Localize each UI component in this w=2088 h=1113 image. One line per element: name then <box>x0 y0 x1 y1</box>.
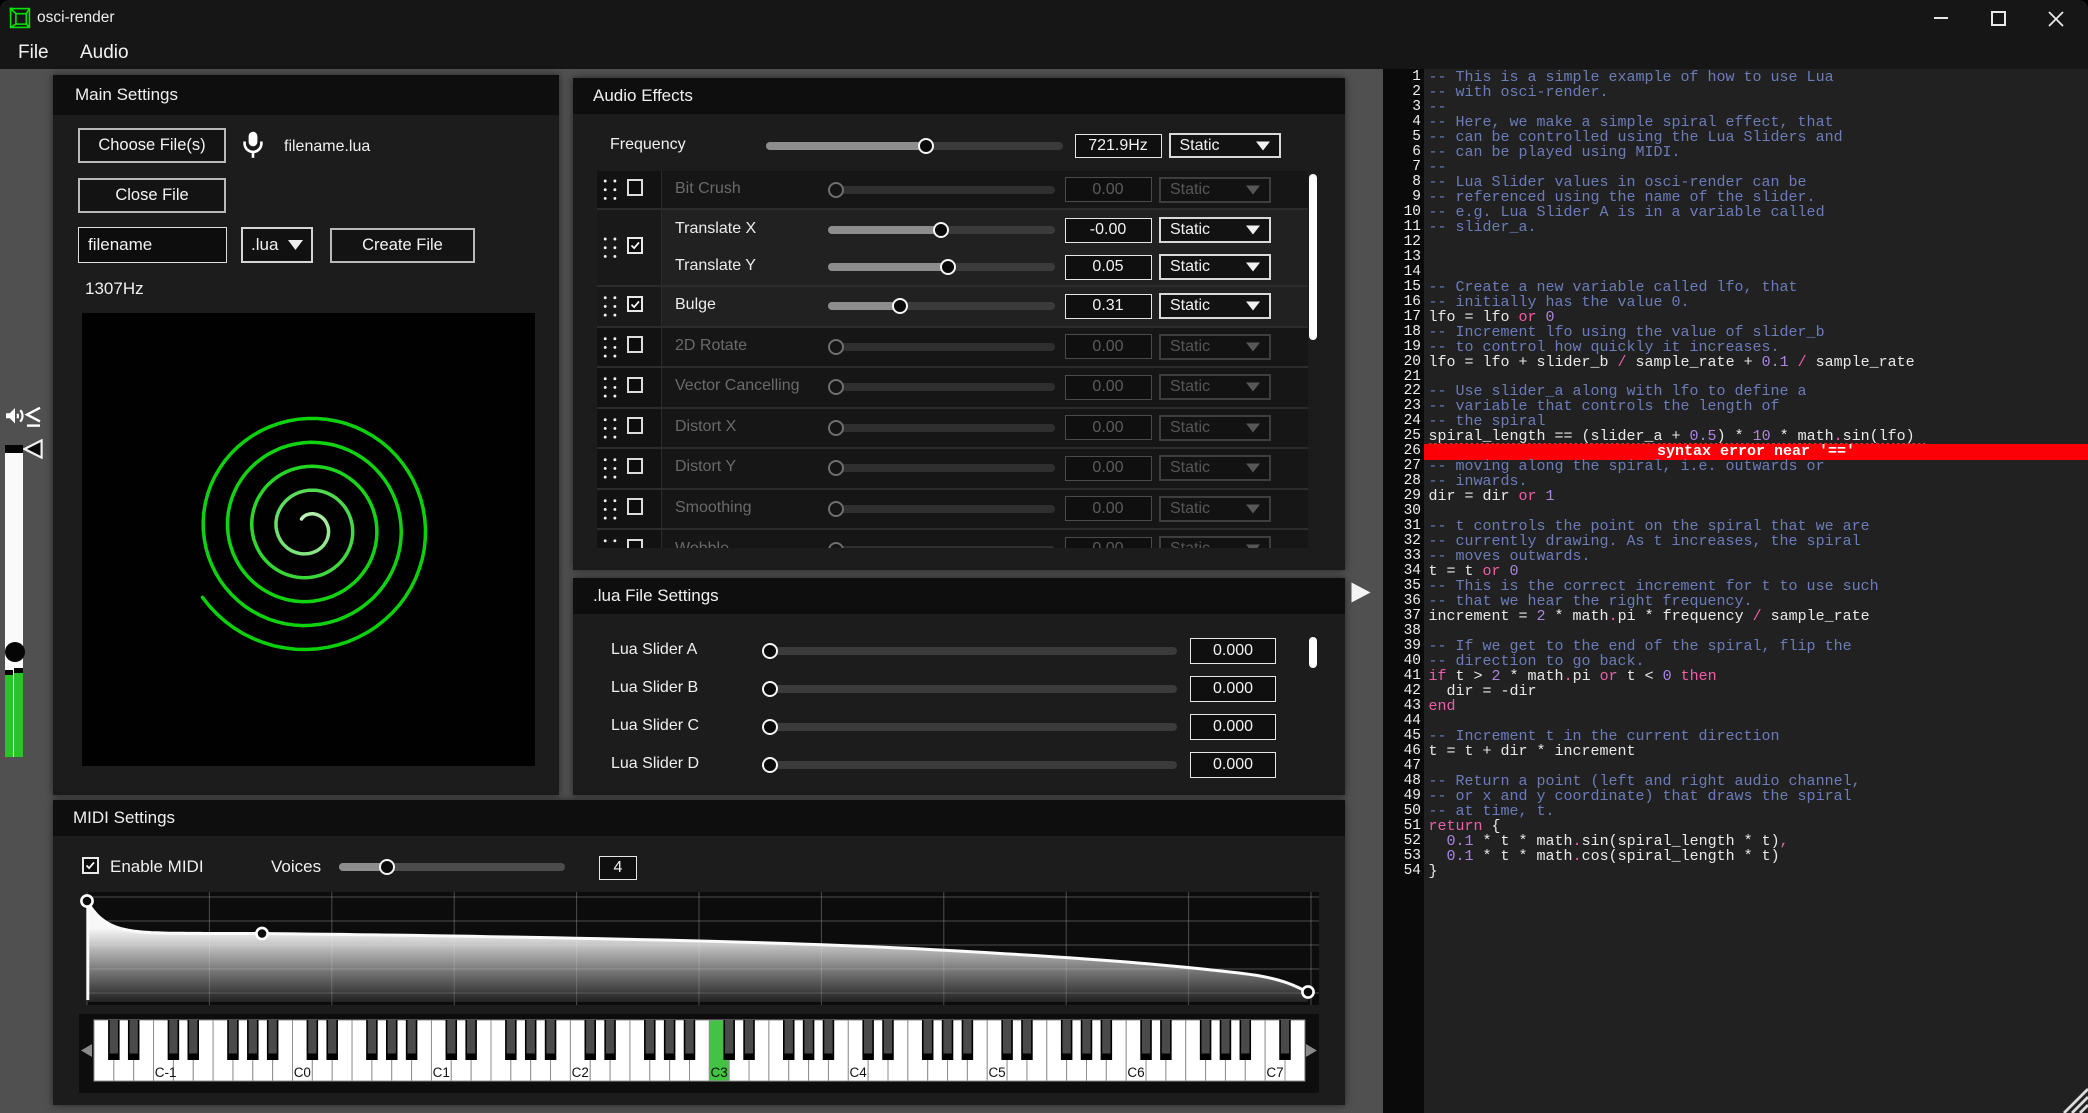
svg-text:C-1: C-1 <box>155 1065 177 1080</box>
svg-text:C1: C1 <box>433 1065 450 1080</box>
svg-text:C0: C0 <box>294 1065 311 1080</box>
svg-text:C2: C2 <box>572 1065 589 1080</box>
svg-text:C4: C4 <box>850 1065 868 1080</box>
svg-text:C3: C3 <box>711 1065 728 1080</box>
svg-text:C5: C5 <box>988 1065 1005 1080</box>
svg-text:C6: C6 <box>1127 1065 1144 1080</box>
svg-text:C7: C7 <box>1266 1065 1283 1080</box>
